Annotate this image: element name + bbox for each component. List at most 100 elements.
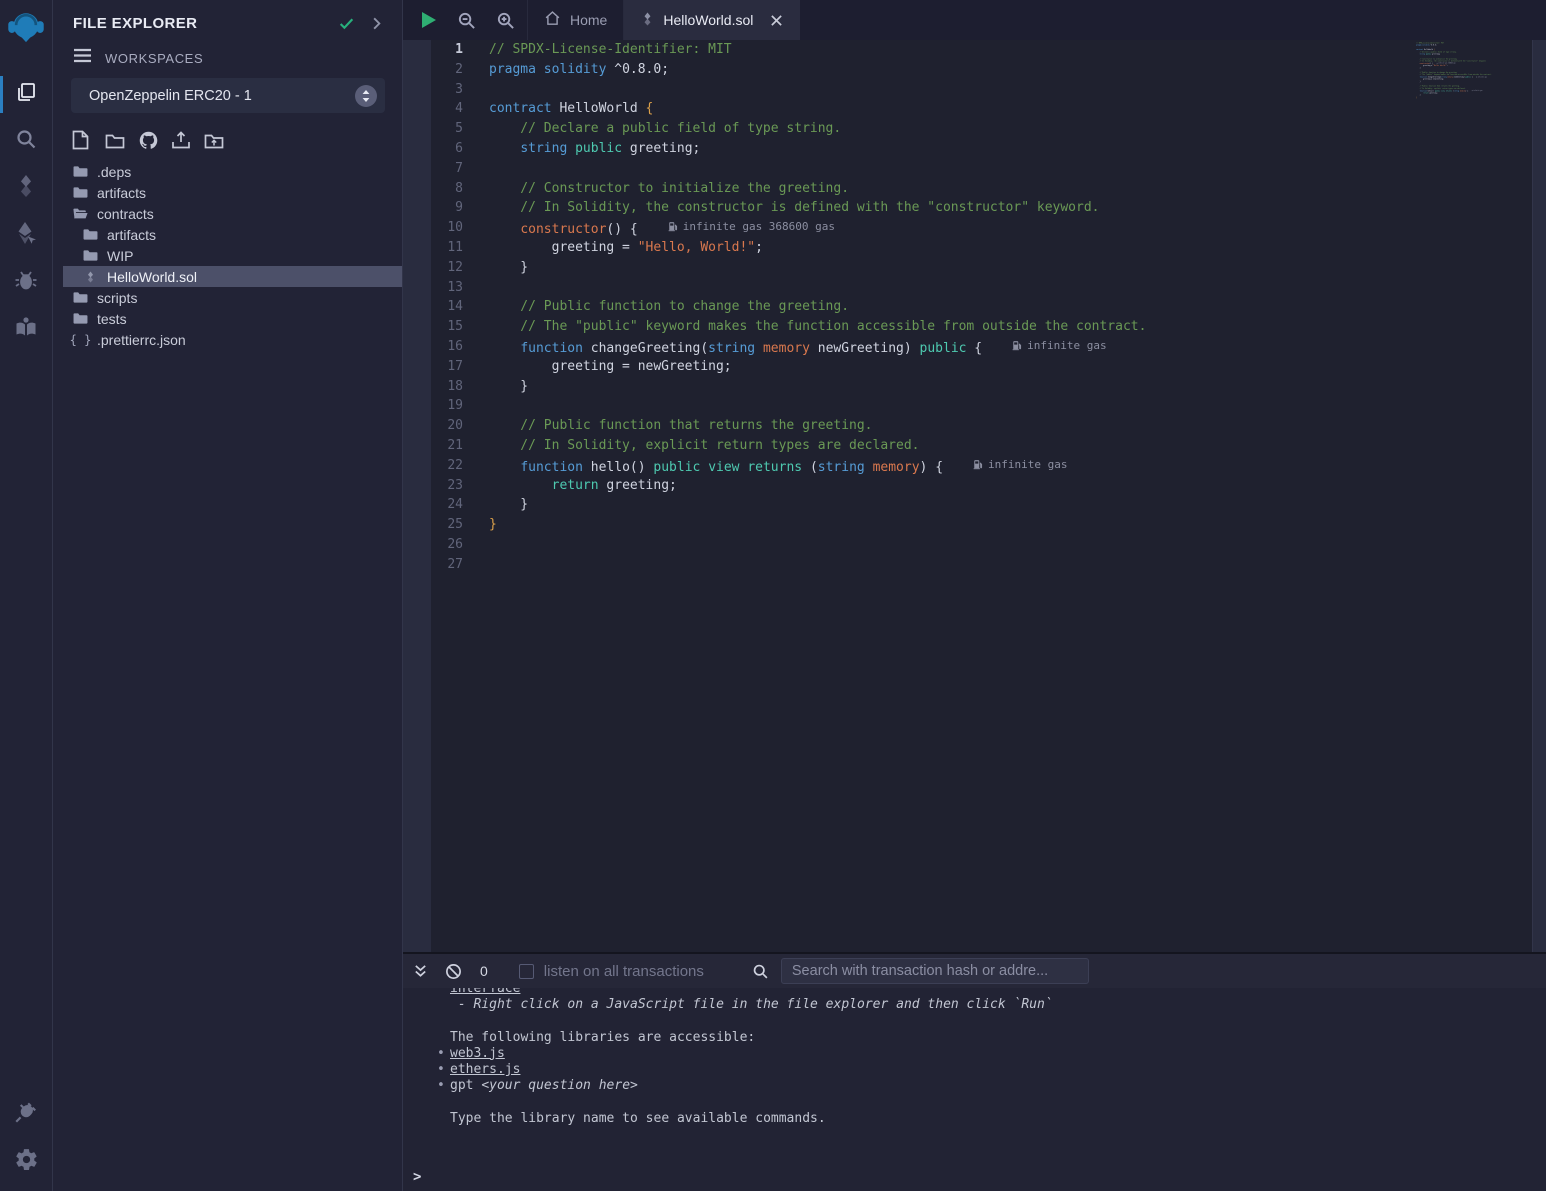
code-line: }	[489, 260, 1533, 280]
bug-icon	[14, 268, 38, 297]
main-area: Home HelloWorld.sol 12345678910111213141…	[403, 0, 1546, 1191]
tab-home[interactable]: Home	[527, 0, 624, 40]
sidebar-item-search[interactable]	[0, 118, 52, 165]
terminal-link[interactable]: interface	[450, 988, 520, 996]
close-tab-icon[interactable]	[770, 14, 783, 27]
explorer-toolbar	[53, 113, 402, 150]
tree-item-label: tests	[97, 311, 127, 327]
panel-collapse-chevron-icon[interactable]	[369, 16, 384, 31]
terminal-line: •gpt <your question here>	[450, 1078, 1546, 1094]
sidebar-item-deploy-run[interactable]	[0, 212, 52, 259]
tree-item-label: artifacts	[97, 185, 146, 201]
gas-estimate-badge: infinite gas	[973, 458, 1067, 471]
code-line	[489, 398, 1533, 418]
code-line: string public greeting;	[489, 141, 1533, 161]
tree-item-helloworld-sol[interactable]: HelloWorld.sol	[63, 266, 402, 287]
line-number-gutter: 1234567891011121314151617181920212223242…	[431, 40, 489, 952]
line-number: 3	[431, 82, 489, 102]
panel-title: FILE EXPLORER	[73, 15, 324, 32]
terminal-link[interactable]: web3.js	[450, 1046, 505, 1061]
tree-item--deps[interactable]: .deps	[63, 161, 402, 182]
line-number: 10	[431, 220, 489, 240]
zoom-in-icon[interactable]	[496, 11, 515, 30]
remix-logo-icon[interactable]	[5, 8, 47, 55]
line-number: 8	[431, 181, 489, 201]
clear-terminal-icon[interactable]	[445, 963, 462, 980]
bullet-icon: •	[437, 1046, 445, 1062]
code-line	[489, 280, 1533, 300]
run-script-button[interactable]	[421, 11, 437, 29]
workspace-select[interactable]: OpenZeppelin ERC20 - 1	[71, 78, 385, 113]
terminal-prompt[interactable]: >	[413, 1169, 421, 1185]
code-line: }	[489, 517, 1533, 537]
line-number: 20	[431, 418, 489, 438]
new-file-icon[interactable]	[72, 130, 98, 150]
remix-ide-window: FILE EXPLORER WORKSPACES OpenZeppelin ER…	[0, 0, 1546, 1191]
tree-item--prettierrc-json[interactable]: { }.prettierrc.json	[63, 329, 402, 350]
github-clone-icon[interactable]	[138, 130, 164, 150]
tree-item-scripts[interactable]: scripts	[63, 287, 402, 308]
line-number: 6	[431, 141, 489, 161]
transaction-count-badge: 0	[480, 963, 488, 979]
code-line: // Declare a public field of type string…	[489, 121, 1533, 141]
code-line	[489, 537, 1533, 557]
workspace-check-icon[interactable]	[338, 15, 355, 32]
sidebar-item-learneth[interactable]	[0, 306, 52, 353]
listen-checkbox[interactable]	[519, 964, 534, 979]
search-icon	[14, 127, 38, 156]
code-line: // The "public" keyword makes the functi…	[489, 319, 1533, 339]
code-line: // Constructor to initialize the greetin…	[489, 181, 1533, 201]
line-number: 21	[431, 438, 489, 458]
line-number: 25	[431, 517, 489, 537]
tree-item-artifacts[interactable]: artifacts	[63, 182, 402, 203]
tab-helloworld-sol[interactable]: HelloWorld.sol	[624, 0, 800, 40]
terminal-output[interactable]: interface - Right click on a JavaScript …	[403, 988, 1546, 1191]
sidebar-item-settings[interactable]	[0, 1138, 52, 1185]
folder-open-icon	[73, 207, 88, 220]
terminal-link[interactable]: ethers.js	[450, 1062, 520, 1077]
terminal-line	[450, 1013, 1546, 1029]
code-line	[489, 161, 1533, 181]
line-number: 19	[431, 398, 489, 418]
minimap[interactable]: // SPDX-License-Identifier: MITpragma so…	[1416, 42, 1518, 122]
code-line: // In Solidity, the constructor is defin…	[489, 200, 1533, 220]
code-line: pragma solidity ^0.8.0;	[489, 62, 1533, 82]
upload-file-icon[interactable]	[171, 130, 197, 150]
code-line: return greeting;	[489, 478, 1533, 498]
upload-folder-icon[interactable]	[204, 130, 230, 150]
code-line: function changeGreeting(string memory ne…	[489, 339, 1533, 359]
solidity-icon	[83, 270, 98, 284]
terminal-line: interface	[450, 988, 1546, 997]
line-number: 4	[431, 101, 489, 121]
line-number: 13	[431, 280, 489, 300]
sidebar-item-plugin-manager[interactable]	[0, 1091, 52, 1138]
zoom-out-icon[interactable]	[457, 11, 476, 30]
line-number: 17	[431, 359, 489, 379]
line-number: 22	[431, 458, 489, 478]
tree-item-label: .prettierrc.json	[97, 332, 186, 348]
terminal-line: •web3.js	[450, 1046, 1546, 1062]
terminal-line: - Right click on a JavaScript file in th…	[450, 997, 1546, 1013]
code-line: greeting = newGreeting;	[489, 359, 1533, 379]
sidebar-item-solidity-compiler[interactable]	[0, 165, 52, 212]
code-content[interactable]: // SPDX-License-Identifier: MITpragma so…	[489, 40, 1533, 952]
line-number: 26	[431, 537, 489, 557]
line-number: 7	[431, 161, 489, 181]
tree-item-tests[interactable]: tests	[63, 308, 402, 329]
listen-transactions-toggle[interactable]: listen on all transactions	[519, 963, 704, 980]
tab-label: Home	[570, 12, 607, 28]
sidebar-item-debugger[interactable]	[0, 259, 52, 306]
terminal-collapse-icon[interactable]	[413, 963, 428, 979]
sidebar-item-file-explorer[interactable]	[0, 71, 52, 118]
tree-item-artifacts[interactable]: artifacts	[63, 224, 402, 245]
bullet-icon: •	[437, 1062, 445, 1078]
terminal-search-input[interactable]	[781, 958, 1089, 984]
tree-item-contracts[interactable]: contracts	[63, 203, 402, 224]
tree-item-wip[interactable]: WIP	[63, 245, 402, 266]
workspaces-menu-icon[interactable]	[73, 48, 92, 68]
code-editor[interactable]: 1234567891011121314151617181920212223242…	[403, 40, 1546, 952]
code-line: }	[489, 379, 1533, 399]
folder-icon	[73, 165, 88, 178]
terminal-line: Type the library name to see available c…	[450, 1111, 1546, 1127]
new-folder-icon[interactable]	[105, 130, 131, 150]
